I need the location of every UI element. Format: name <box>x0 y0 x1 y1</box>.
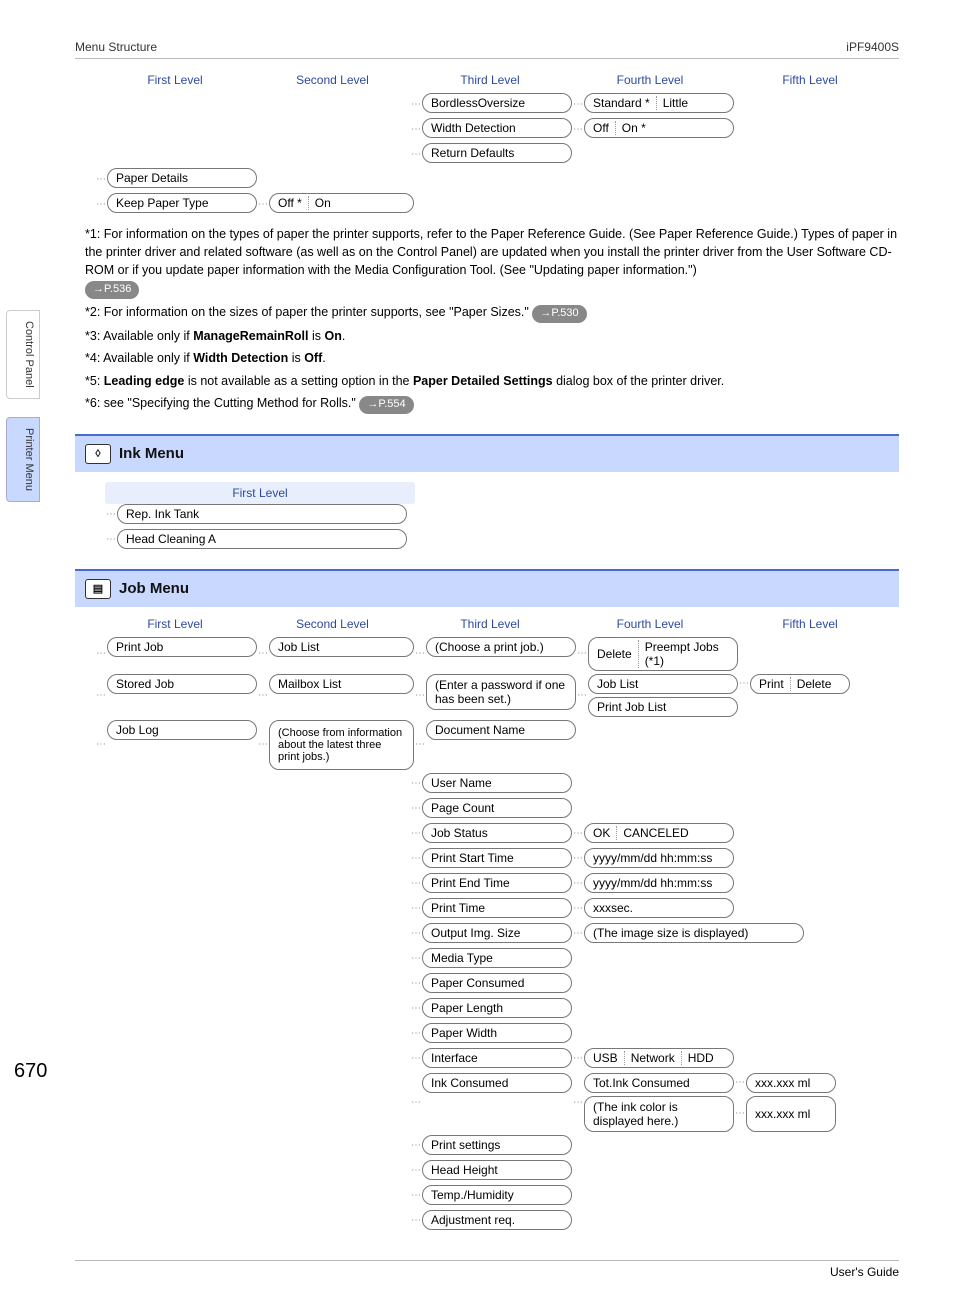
lvl1: First Level <box>95 73 255 87</box>
level-headers-top: First Level Second Level Third Level Fou… <box>95 73 899 87</box>
node-print-job: Print Job <box>107 637 257 657</box>
node-totink: Tot.Ink Consumed <box>584 1073 734 1093</box>
job-icon: ▤ <box>85 579 111 599</box>
node-bordless: BordlessOversize <box>422 93 572 113</box>
note6: *6: see "Specifying the Cutting Method f… <box>85 394 899 414</box>
node-print-job-list: Print Job List <box>588 697 738 717</box>
node-plength: Paper Length <box>422 998 572 1018</box>
node-user-name: User Name <box>422 773 572 793</box>
page-header: Menu Structure iPF9400S <box>75 40 899 59</box>
node-ptime-val: xxxsec. <box>584 898 734 918</box>
node-mailbox: Mailbox List <box>269 674 414 694</box>
node-inkcolor: (The ink color is displayed here.) <box>584 1096 734 1132</box>
node-adj-req: Adjustment req. <box>422 1210 572 1230</box>
node-temp: Temp./Humidity <box>422 1185 572 1205</box>
node-paper-details: Paper Details <box>107 168 257 188</box>
node-keep-off-on: Off *On <box>269 193 414 213</box>
lvl2: Second Level <box>255 73 410 87</box>
pill-p536[interactable]: →P.536 <box>85 281 139 299</box>
node-doc-name: Document Name <box>426 720 576 740</box>
node-pconsumed: Paper Consumed <box>422 973 572 993</box>
node-standard-little: Standard *Little <box>584 93 734 113</box>
node-ink-consumed: Ink Consumed <box>422 1073 572 1093</box>
header-left: Menu Structure <box>75 40 157 54</box>
ink-table: First Level ⋯Rep. Ink Tank ⋯Head Cleanin… <box>105 482 415 551</box>
node-keep-paper-type: Keep Paper Type <box>107 193 257 213</box>
node-enter-pwd: (Enter a password if one has been set.) <box>426 674 576 710</box>
node-job-log: Job Log <box>107 720 257 740</box>
note2: *2: For information on the sizes of pape… <box>85 303 899 323</box>
node-off-on: OffOn * <box>584 118 734 138</box>
node-choose-info: (Choose from information about the lates… <box>269 720 414 770</box>
node-return-defaults: Return Defaults <box>422 143 572 163</box>
ink-first-level-hdr: First Level <box>105 482 415 504</box>
pill-p554[interactable]: →P.554 <box>359 396 413 414</box>
node-usb-net-hdd: USBNetworkHDD <box>584 1048 734 1068</box>
footer-right: User's Guide <box>830 1265 899 1279</box>
header-right: iPF9400S <box>846 40 899 54</box>
node-head-clean: Head Cleaning A <box>117 529 407 549</box>
lvl4: Fourth Level <box>570 73 730 87</box>
node-job-list: Job List <box>269 637 414 657</box>
node-pend: Print End Time <box>422 873 572 893</box>
node-outimg-val: (The image size is displayed) <box>584 923 804 943</box>
side-tabs: Control Panel Printer Menu <box>6 310 40 502</box>
node-print-delete: PrintDelete <box>750 674 850 694</box>
section-ink: ◊ Ink Menu <box>75 434 899 472</box>
node-delete-preempt: DeletePreempt Jobs (*1) <box>588 637 738 671</box>
node-interface: Interface <box>422 1048 572 1068</box>
node-stored-job: Stored Job <box>107 674 257 694</box>
node-ok-cancel: OKCANCELED <box>584 823 734 843</box>
lvl5: Fifth Level <box>730 73 890 87</box>
tab-control-panel[interactable]: Control Panel <box>6 310 40 399</box>
node-pend-val: yyyy/mm/dd hh:mm:ss <box>584 873 734 893</box>
node-rep-ink: Rep. Ink Tank <box>117 504 407 524</box>
note5: *5: Leading edge is not available as a s… <box>85 372 899 390</box>
tab-printer-menu[interactable]: Printer Menu <box>6 417 40 502</box>
pill-p530[interactable]: →P.530 <box>532 305 586 323</box>
page-number: 670 <box>14 1060 47 1083</box>
node-job-status: Job Status <box>422 823 572 843</box>
node-media: Media Type <box>422 948 572 968</box>
job-tree: ⋯Print Job ⋯Job List ⋯(Choose a print jo… <box>95 637 899 1232</box>
node-joblist2: Job List <box>588 674 738 694</box>
node-totink-val: xxx.xxx ml <box>746 1073 836 1093</box>
footnotes: *1: For information on the types of pape… <box>85 225 899 414</box>
section-job: ▤ Job Menu <box>75 569 899 607</box>
node-head-height: Head Height <box>422 1160 572 1180</box>
page-footer: User's Guide <box>75 1260 899 1279</box>
node-pstart-val: yyyy/mm/dd hh:mm:ss <box>584 848 734 868</box>
note3: *3: Available only if ManageRemainRoll i… <box>85 327 899 345</box>
node-choose-print: (Choose a print job.) <box>426 637 576 657</box>
node-inkcolor-val: xxx.xxx ml <box>746 1096 836 1132</box>
lvl3: Third Level <box>410 73 570 87</box>
node-pstart: Print Start Time <box>422 848 572 868</box>
node-page-count: Page Count <box>422 798 572 818</box>
node-pwidth: Paper Width <box>422 1023 572 1043</box>
node-outimg: Output Img. Size <box>422 923 572 943</box>
node-width-detect: Width Detection <box>422 118 572 138</box>
node-ptime: Print Time <box>422 898 572 918</box>
note4: *4: Available only if Width Detection is… <box>85 349 899 367</box>
note1: *1: For information on the types of pape… <box>85 225 899 299</box>
ink-icon: ◊ <box>85 444 111 464</box>
level-headers-job: First Level Second Level Third Level Fou… <box>95 617 899 631</box>
node-psettings: Print settings <box>422 1135 572 1155</box>
top-tree: ⋯BordlessOversize ⋯Standard *Little ⋯Wid… <box>95 93 899 215</box>
